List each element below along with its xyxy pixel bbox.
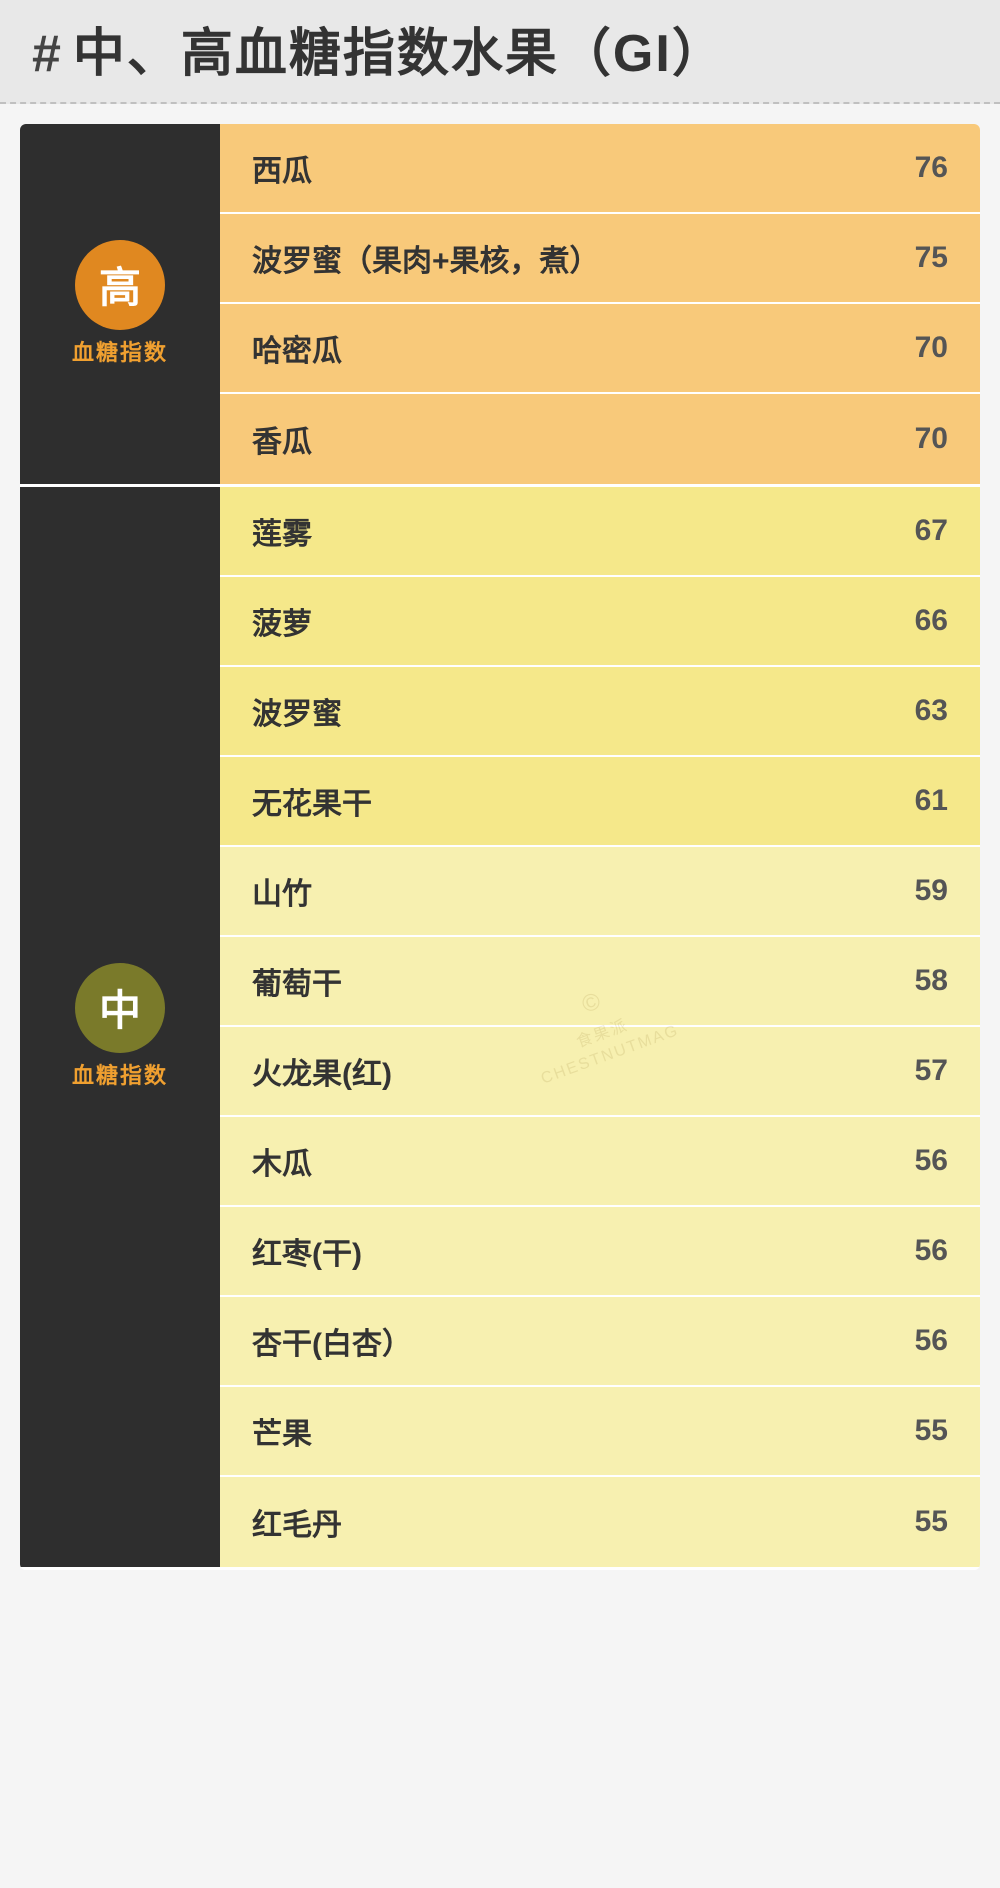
fruit-row: 莲雾 67	[220, 487, 980, 577]
rows-col-high: 西瓜 76 波罗蜜（果肉+果核，煮） 75 哈密瓜 70 香瓜 70	[220, 124, 980, 484]
fruit-row: 火龙果(红) 57	[220, 1027, 980, 1117]
fruit-row: 哈密瓜 70	[220, 304, 980, 394]
fruit-row: 西瓜 76	[220, 124, 980, 214]
label-text-mid: 血糖指数	[72, 1061, 168, 1092]
header-title: 中、高血糖指数水果（GI）	[73, 28, 726, 80]
fruit-row: 红枣(干) 56	[220, 1207, 980, 1297]
section-mid: 中 血糖指数 © 食果派 CHESTNUTMAG 莲雾 67 菠萝	[20, 487, 980, 1570]
rows-col-mid: 莲雾 67 菠萝 66 波罗蜜 63 无花果干 61	[220, 487, 980, 1567]
page: # 中、高血糖指数水果（GI） 高 血糖指数 西瓜 76 波罗蜜（果肉+果核，煮	[0, 0, 1000, 1888]
fruit-row: 葡萄干 58	[220, 937, 980, 1027]
label-col-mid: 中 血糖指数	[20, 487, 220, 1567]
fruit-row: 山竹 59	[220, 847, 980, 937]
rows-wrapper-mid: © 食果派 CHESTNUTMAG 莲雾 67 菠萝 66 波罗蜜 6	[220, 487, 980, 1567]
fruit-row: 波罗蜜 63	[220, 667, 980, 757]
fruit-row: 波罗蜜（果肉+果核，煮） 75	[220, 214, 980, 304]
fruit-row: 无花果干 61	[220, 757, 980, 847]
header: # 中、高血糖指数水果（GI）	[0, 0, 1000, 104]
section-high: 高 血糖指数 西瓜 76 波罗蜜（果肉+果核，煮） 75 哈密瓜	[20, 124, 980, 487]
main-content: 高 血糖指数 西瓜 76 波罗蜜（果肉+果核，煮） 75 哈密瓜	[20, 124, 980, 1570]
fruit-row: 菠萝 66	[220, 577, 980, 667]
badge-high: 高	[75, 240, 165, 330]
label-col-high: 高 血糖指数	[20, 124, 220, 484]
fruit-row: 红毛丹 55	[220, 1477, 980, 1567]
header-hash: #	[32, 28, 61, 80]
fruit-row: 杏干(白杏） 56	[220, 1297, 980, 1387]
fruit-row: 木瓜 56	[220, 1117, 980, 1207]
rows-wrapper-high: 西瓜 76 波罗蜜（果肉+果核，煮） 75 哈密瓜 70 香瓜 70	[220, 124, 980, 484]
fruit-row: 芒果 55	[220, 1387, 980, 1477]
fruit-row: 香瓜 70	[220, 394, 980, 484]
label-text-high: 血糖指数	[72, 338, 168, 369]
badge-mid: 中	[75, 963, 165, 1053]
